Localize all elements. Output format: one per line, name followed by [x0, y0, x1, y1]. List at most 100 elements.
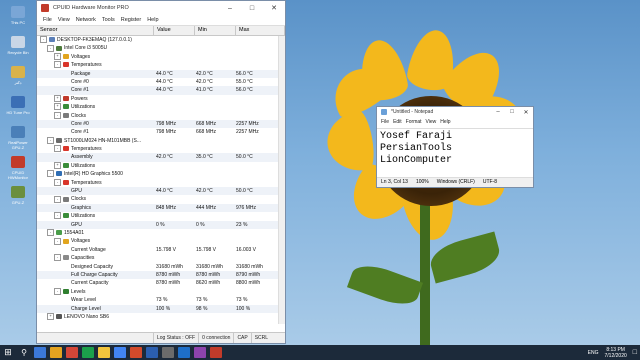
menu-file[interactable]: File — [43, 17, 52, 23]
minimize-button[interactable]: – — [219, 5, 241, 12]
sensor-reading-row[interactable]: Core #1 44.0 °C 41.0 °C 56.0 °C — [37, 86, 285, 95]
column-value[interactable]: Value — [154, 26, 195, 35]
sensor-reading-row[interactable]: Wear Level 73 % 73 % 73 % — [37, 296, 285, 304]
collapse-icon[interactable]: - — [47, 44, 54, 52]
sensor-group-row[interactable]: - Intel(R) HD Graphics 5500 — [37, 170, 285, 178]
sensor-group-row[interactable]: + Utilizations — [37, 103, 285, 111]
desktop-shortcut[interactable]: This PC — [4, 6, 32, 25]
sensor-reading-row[interactable]: GPU 44.0 °C 42.0 °C 50.0 °C — [37, 187, 285, 196]
sensor-reading-row[interactable]: Core #0 798 MHz 668 MHz 2257 MHz — [37, 119, 285, 129]
sensor-group-row[interactable]: - DESKTOP-FK3EMAQ (127.0.0.1) — [37, 36, 285, 44]
hwmonitor-window[interactable]: CPUID Hardware Monitor PRO – □ ✕ File Vi… — [36, 0, 286, 344]
sensor-reading-row[interactable]: Current Voltage 15.798 V 15.798 V 16.003 V — [37, 246, 285, 254]
notepad-menu-file[interactable]: File — [381, 119, 389, 125]
sensor-reading-row[interactable]: Core #0 44.0 °C 42.0 °C 55.0 °C — [37, 78, 285, 86]
menu-view[interactable]: View — [58, 17, 70, 23]
collapse-icon[interactable]: - — [47, 136, 54, 144]
notepad-window[interactable]: *Untitled - Notepad – □ ✕ File Edit Form… — [376, 106, 534, 188]
notepad-minimize-button[interactable]: – — [491, 109, 505, 115]
hwmonitor-titlebar[interactable]: CPUID Hardware Monitor PRO – □ ✕ — [37, 1, 285, 15]
taskbar-app-icon[interactable] — [146, 347, 158, 358]
sensor-group-row[interactable]: + Voltages — [37, 52, 285, 61]
taskbar-app-icon[interactable] — [82, 347, 94, 358]
desktop-shortcut[interactable]: دکتر — [4, 66, 32, 85]
sensor-group-row[interactable]: - Temperatures — [37, 145, 285, 153]
sensor-group-row[interactable]: + Utilizations — [37, 162, 285, 170]
sensor-group-row[interactable]: - Intel Core i3 5005U — [37, 44, 285, 52]
menu-help[interactable]: Help — [147, 17, 158, 23]
sensor-group-row[interactable]: - Temperatures — [37, 178, 285, 187]
expand-icon[interactable]: + — [54, 162, 61, 170]
sensor-tree[interactable]: - DESKTOP-FK3EMAQ (127.0.0.1) - Intel Core … — [37, 36, 285, 324]
menu-network[interactable]: Network — [76, 17, 96, 23]
taskbar-app-icon[interactable] — [162, 347, 174, 358]
column-min[interactable]: Min — [195, 26, 236, 35]
notepad-menu-help[interactable]: Help — [440, 119, 450, 125]
notepad-menu-view[interactable]: View — [426, 119, 437, 125]
sensor-reading-row[interactable]: Core #1 798 MHz 668 MHz 2257 MHz — [37, 128, 285, 136]
sensor-reading-row[interactable]: Current Capacity 8780 mWh 8620 mWh 8800 mWh — [37, 279, 285, 287]
collapse-icon[interactable]: - — [47, 229, 54, 237]
menu-tools[interactable]: Tools — [102, 17, 115, 23]
sensor-reading-row[interactable]: Charge Level 100 % 98 % 100 % — [37, 304, 285, 313]
collapse-icon[interactable]: - — [54, 237, 61, 245]
sensor-group-row[interactable]: - Capacities — [37, 254, 285, 262]
sensor-group-row[interactable]: - Levels — [37, 287, 285, 296]
sensor-group-row[interactable]: - Voltages — [37, 237, 285, 245]
notepad-titlebar[interactable]: *Untitled - Notepad – □ ✕ — [377, 107, 533, 117]
sensor-reading-row[interactable]: Assembly 42.0 °C 35.0 °C 50.0 °C — [37, 153, 285, 162]
maximize-button[interactable]: □ — [241, 5, 263, 12]
collapse-icon[interactable]: - — [54, 212, 61, 220]
sensor-reading-row[interactable]: Graphics 848 MHz 444 MHz 976 MHz — [37, 203, 285, 213]
expand-icon[interactable]: + — [47, 313, 54, 321]
notepad-maximize-button[interactable]: □ — [505, 109, 519, 115]
search-icon[interactable]: ⚲ — [18, 347, 30, 358]
clock[interactable]: 8:13 PM 7/12/2020 — [605, 347, 627, 359]
expand-icon[interactable]: + — [54, 103, 61, 111]
collapse-icon[interactable]: - — [54, 195, 61, 203]
sensor-reading-row[interactable]: GPU 0 % 0 % 23 % — [37, 220, 285, 229]
collapse-icon[interactable]: - — [40, 36, 47, 44]
desktop-shortcut[interactable]: Recycle Bin — [4, 36, 32, 55]
start-button[interactable]: ⊞ — [2, 347, 14, 358]
desktop-shortcut[interactable]: HD Tune Pro — [4, 96, 32, 115]
sensor-group-row[interactable]: - Utilizations — [37, 212, 285, 220]
close-button[interactable]: ✕ — [263, 4, 285, 12]
collapse-icon[interactable]: - — [54, 287, 61, 295]
desktop-shortcut[interactable]: RealPower GPU-Z — [4, 126, 32, 150]
collapse-icon[interactable]: - — [54, 145, 61, 153]
sensor-group-row[interactable]: + LENOVO Nano SB6 — [37, 313, 285, 321]
expand-icon[interactable]: + — [54, 52, 61, 60]
column-max[interactable]: Max — [236, 26, 285, 35]
sensor-group-row[interactable]: - ST1000LM024 HN-M101MBB (S... — [37, 136, 285, 145]
notepad-menu-edit[interactable]: Edit — [393, 119, 402, 125]
notepad-close-button[interactable]: ✕ — [519, 109, 533, 116]
taskbar-app-icon[interactable] — [178, 347, 190, 358]
sensor-reading-row[interactable]: Designed Capacity 31680 mWh 31680 mWh 31680… — [37, 263, 285, 271]
sensor-group-row[interactable]: - Clocks — [37, 111, 285, 120]
column-sensor[interactable]: Sensor — [37, 26, 154, 35]
sensor-reading-row[interactable]: Full Charge Capacity 8780 mWh 8780 mWh 8790… — [37, 270, 285, 280]
notification-icon[interactable]: □ — [633, 349, 637, 356]
taskbar-app-icon[interactable] — [66, 347, 78, 358]
collapse-icon[interactable]: - — [54, 254, 61, 262]
collapse-icon[interactable]: - — [47, 170, 54, 178]
taskbar-app-icon[interactable] — [34, 347, 46, 358]
notepad-text-area[interactable]: Yosef Faraji PersianTools LionComputer — [377, 128, 533, 178]
taskbar-app-icon[interactable] — [210, 347, 222, 358]
sensor-group-row[interactable]: - Temperatures — [37, 61, 285, 69]
collapse-icon[interactable]: - — [54, 61, 61, 69]
taskbar-app-icon[interactable] — [194, 347, 206, 358]
collapse-icon[interactable]: - — [54, 178, 61, 186]
notepad-menu-format[interactable]: Format — [406, 119, 422, 125]
sensor-group-row[interactable]: - 1554A01 — [37, 229, 285, 237]
sensor-reading-row[interactable]: Package 44.0 °C 42.0 °C 56.0 °C — [37, 69, 285, 78]
menu-register[interactable]: Register — [121, 17, 141, 23]
language-indicator[interactable]: ENG — [588, 350, 599, 356]
expand-icon[interactable]: + — [54, 94, 61, 102]
taskbar-app-icon[interactable] — [98, 347, 110, 358]
sensor-group-row[interactable]: - Clocks — [37, 195, 285, 203]
desktop-shortcut[interactable]: CPUID HWMonitor — [4, 156, 32, 180]
taskbar-app-icon[interactable] — [114, 347, 126, 358]
desktop-shortcut[interactable]: GPU-Z — [4, 186, 32, 205]
